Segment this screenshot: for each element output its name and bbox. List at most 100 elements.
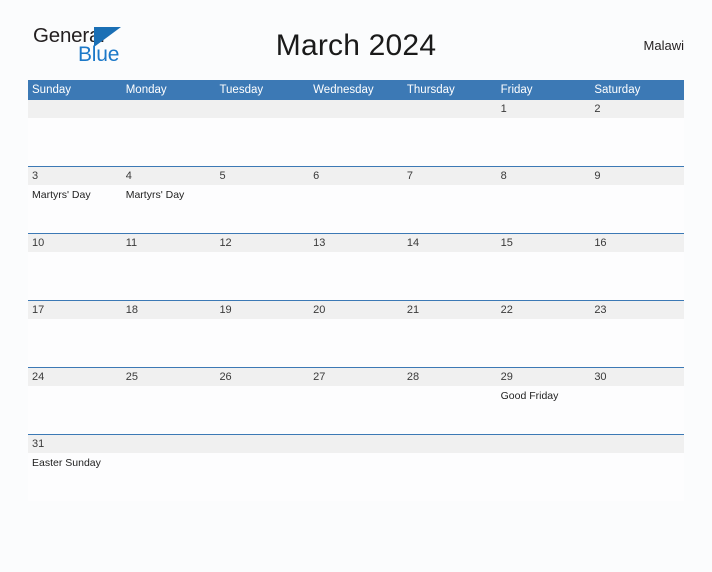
date-number-9[interactable]: 9 <box>590 167 684 185</box>
day-cell-empty <box>28 118 122 166</box>
event-band: Martyrs' Day Martyrs' Day <box>28 185 684 233</box>
event-band <box>28 319 684 367</box>
date-number-4[interactable]: 4 <box>122 167 216 185</box>
date-number-13[interactable]: 13 <box>309 234 403 252</box>
day-cell-11[interactable] <box>122 252 216 300</box>
date-number-15[interactable]: 15 <box>497 234 591 252</box>
date-number-empty <box>215 435 309 453</box>
date-number-27[interactable]: 27 <box>309 368 403 386</box>
weekday-header-sunday: Sunday <box>32 84 72 96</box>
date-number-29[interactable]: 29 <box>497 368 591 386</box>
date-number-25[interactable]: 25 <box>122 368 216 386</box>
date-number-empty <box>309 100 403 118</box>
date-number-24[interactable]: 24 <box>28 368 122 386</box>
day-cell-28[interactable] <box>403 386 497 434</box>
day-cell-1[interactable] <box>497 118 591 166</box>
date-number-empty <box>28 100 122 118</box>
date-number-12[interactable]: 12 <box>215 234 309 252</box>
day-cell-empty <box>122 118 216 166</box>
date-number-empty <box>590 435 684 453</box>
date-number-18[interactable]: 18 <box>122 301 216 319</box>
calendar-week-row: 3 4 5 6 7 8 9 Martyrs' Day Martyrs' Day <box>28 166 684 233</box>
calendar-week-row: 24 25 26 27 28 29 30 Good Friday <box>28 367 684 434</box>
calendar-page: General Blue March 2024 Malawi Sunday Mon… <box>0 22 712 572</box>
date-number-10[interactable]: 10 <box>28 234 122 252</box>
calendar-week-row: 31 Easter Sunday <box>28 434 684 501</box>
page-header: General Blue March 2024 Malawi <box>28 22 684 74</box>
date-number-26[interactable]: 26 <box>215 368 309 386</box>
day-cell-17[interactable] <box>28 319 122 367</box>
date-number-19[interactable]: 19 <box>215 301 309 319</box>
day-cell-15[interactable] <box>497 252 591 300</box>
day-cell-29[interactable]: Good Friday <box>497 386 591 434</box>
day-cell-5[interactable] <box>215 185 309 233</box>
date-number-16[interactable]: 16 <box>590 234 684 252</box>
date-number-11[interactable]: 11 <box>122 234 216 252</box>
date-number-band: 10 11 12 13 14 15 16 <box>28 234 684 252</box>
day-cell-6[interactable] <box>309 185 403 233</box>
day-cell-19[interactable] <box>215 319 309 367</box>
weekday-header-monday: Monday <box>125 84 167 96</box>
day-cell-13[interactable] <box>309 252 403 300</box>
date-number-empty <box>215 100 309 118</box>
date-number-31[interactable]: 31 <box>28 435 122 453</box>
date-number-17[interactable]: 17 <box>28 301 122 319</box>
day-cell-26[interactable] <box>215 386 309 434</box>
day-cell-empty <box>309 118 403 166</box>
date-number-30[interactable]: 30 <box>590 368 684 386</box>
day-cell-16[interactable] <box>590 252 684 300</box>
day-cell-21[interactable] <box>403 319 497 367</box>
day-cell-24[interactable] <box>28 386 122 434</box>
date-number-7[interactable]: 7 <box>403 167 497 185</box>
day-cell-23[interactable] <box>590 319 684 367</box>
weekday-header-saturday: Saturday <box>594 84 641 96</box>
day-cell-4[interactable]: Martyrs' Day <box>122 185 216 233</box>
calendar-weeks: 1 2 3 4 5 6 7 8 9 Martyrs' Day Martyrs' Day 10 11 12 1… <box>28 100 684 501</box>
date-number-20[interactable]: 20 <box>309 301 403 319</box>
date-number-band: 24 25 26 27 28 29 30 <box>28 368 684 386</box>
date-number-band: 3456789 <box>28 167 684 185</box>
date-number-2[interactable]: 2 <box>590 100 684 118</box>
day-cell-7[interactable] <box>403 185 497 233</box>
date-number-8[interactable]: 8 <box>497 167 591 185</box>
day-cell-27[interactable] <box>309 386 403 434</box>
weekday-header-thursday: Thursday <box>406 84 455 96</box>
date-number-empty <box>122 435 216 453</box>
day-cell-8[interactable] <box>497 185 591 233</box>
date-number-6[interactable]: 6 <box>309 167 403 185</box>
day-cell-3[interactable]: Martyrs' Day <box>28 185 122 233</box>
day-cell-30[interactable] <box>590 386 684 434</box>
day-cell-14[interactable] <box>403 252 497 300</box>
date-number-band: 31 <box>28 435 684 453</box>
date-number-empty <box>309 435 403 453</box>
day-cell-10[interactable] <box>28 252 122 300</box>
date-number-22[interactable]: 22 <box>497 301 591 319</box>
date-number-21[interactable]: 21 <box>403 301 497 319</box>
day-cell-empty <box>403 118 497 166</box>
day-cell-2[interactable] <box>590 118 684 166</box>
calendar-week-row: 12 <box>28 100 684 166</box>
day-cell-9[interactable] <box>590 185 684 233</box>
day-cell-20[interactable] <box>309 319 403 367</box>
day-cell-12[interactable] <box>215 252 309 300</box>
day-cell-empty <box>497 453 591 501</box>
day-cell-31[interactable]: Easter Sunday <box>28 453 122 501</box>
date-number-1[interactable]: 1 <box>497 100 591 118</box>
day-cell-empty <box>122 453 216 501</box>
country-label: Malawi <box>643 38 684 53</box>
date-number-5[interactable]: 5 <box>215 167 309 185</box>
event-band: Good Friday <box>28 386 684 434</box>
holiday-label: Martyrs' Day <box>32 189 91 201</box>
day-cell-18[interactable] <box>122 319 216 367</box>
day-cell-empty <box>309 453 403 501</box>
day-cell-22[interactable] <box>497 319 591 367</box>
date-number-band: 12 <box>28 100 684 118</box>
date-number-14[interactable]: 14 <box>403 234 497 252</box>
event-band <box>28 252 684 300</box>
date-number-28[interactable]: 28 <box>403 368 497 386</box>
date-number-empty <box>403 435 497 453</box>
weekday-header-row: Sunday Monday Tuesday Wednesday Thursday Frid… <box>28 80 684 100</box>
date-number-23[interactable]: 23 <box>590 301 684 319</box>
date-number-3[interactable]: 3 <box>28 167 122 185</box>
day-cell-25[interactable] <box>122 386 216 434</box>
